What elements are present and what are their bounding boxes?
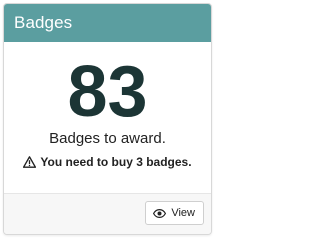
view-button-label: View <box>171 207 195 219</box>
warning-text: You need to buy 3 badges. <box>40 155 192 169</box>
card-body: 83 Badges to award. You need to buy 3 ba… <box>4 42 211 196</box>
badges-card: Badges 83 Badges to award. You need to b… <box>3 3 212 235</box>
buy-badges-warning: You need to buy 3 badges. <box>4 155 211 169</box>
card-footer: View <box>4 193 211 234</box>
eye-icon <box>153 208 167 218</box>
badges-to-award-label: Badges to award. <box>49 130 166 147</box>
badge-count: 83 <box>67 52 148 132</box>
card-header: Badges <box>4 4 211 42</box>
warning-triangle-icon <box>23 156 37 168</box>
card-title: Badges <box>14 13 73 32</box>
view-button[interactable]: View <box>145 201 204 225</box>
